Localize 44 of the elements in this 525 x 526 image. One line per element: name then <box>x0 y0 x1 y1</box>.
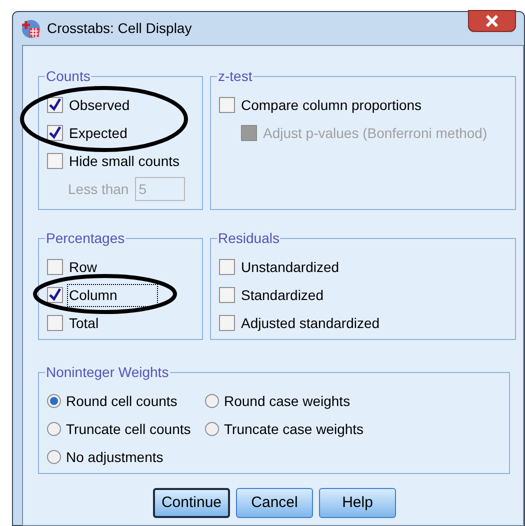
checkbox-label: Adjust p-values (Bonferroni method) <box>262 124 488 143</box>
close-icon <box>485 15 499 27</box>
group-title: z-test <box>217 67 254 86</box>
checkbox[interactable] <box>47 125 63 141</box>
checkbox[interactable] <box>219 259 235 275</box>
checkbox-label: Compare column proportions <box>240 96 423 115</box>
radio-label: No adjustments <box>66 448 164 467</box>
checkbox[interactable] <box>47 315 63 331</box>
radio-label: Round case weights <box>224 392 350 411</box>
group-title: Noninteger Weights <box>45 363 170 382</box>
checkbox[interactable] <box>219 315 235 331</box>
close-button[interactable] <box>468 10 516 32</box>
group-title: Residuals <box>217 229 280 248</box>
group-title: Counts <box>45 67 92 86</box>
checkbox-label: Column <box>68 284 158 306</box>
group-title: Percentages <box>45 229 126 248</box>
checkbox[interactable] <box>219 97 235 113</box>
checkbox-label: Adjusted standardized <box>240 314 381 333</box>
field-label: Less than <box>68 180 129 198</box>
dialog-button[interactable]: Help <box>319 488 396 518</box>
checkbox[interactable] <box>47 153 63 169</box>
dialog-button[interactable]: Continue <box>153 488 230 518</box>
radio-button[interactable] <box>205 394 219 408</box>
checkbox[interactable] <box>47 97 63 113</box>
checkbox-label: Unstandardized <box>240 258 340 276</box>
checkbox-label: Expected <box>68 124 128 143</box>
radio-button[interactable] <box>47 394 61 408</box>
radio-button[interactable] <box>205 422 219 436</box>
checkbox[interactable] <box>47 287 63 303</box>
table-icon <box>21 18 41 38</box>
checkbox-label: Standardized <box>240 286 325 304</box>
radio-label: Round cell counts <box>66 392 178 410</box>
checkbox-label: Row <box>68 258 98 276</box>
checkbox[interactable] <box>219 287 235 303</box>
radio-button[interactable] <box>47 422 61 436</box>
window-title: Crosstabs: Cell Display <box>47 19 192 38</box>
checkbox-label: Observed <box>68 96 131 114</box>
checkbox-label: Total <box>68 314 100 332</box>
radio-label: Truncate case weights <box>224 420 364 439</box>
checkbox[interactable] <box>47 259 63 275</box>
dialog-button[interactable]: Cancel <box>236 488 313 518</box>
checkbox-label: Hide small counts <box>68 152 180 170</box>
radio-label: Truncate cell counts <box>66 420 191 438</box>
radio-button[interactable] <box>47 450 61 464</box>
